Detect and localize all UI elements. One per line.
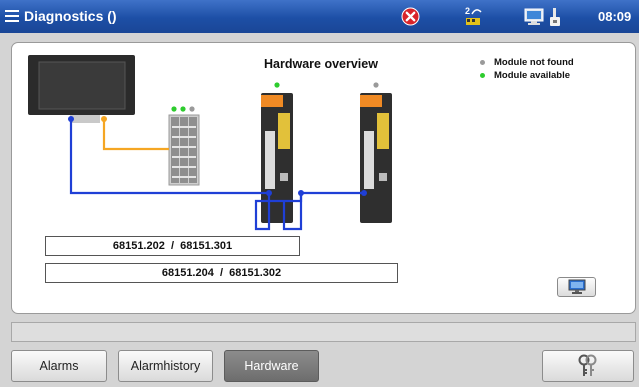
legend: Module not found Module available [480, 56, 574, 82]
tools-button[interactable] [542, 350, 634, 382]
module-code-second: 68151.301 [180, 240, 233, 252]
svg-text:2: 2 [465, 6, 470, 16]
title-bar: Diagnostics () 2 08:09 [0, 0, 639, 33]
green-dot-icon [480, 73, 485, 78]
bus-cable-drive1-drive2 [282, 191, 364, 231]
clock: 08:09 [598, 9, 632, 24]
tab-label: Hardware [244, 359, 299, 373]
legend-label: Module not found [494, 57, 574, 68]
grey-dot-icon [480, 60, 485, 65]
tab-hardware[interactable]: Hardware [224, 350, 319, 382]
window-title: Diagnostics () [24, 8, 117, 24]
keys-icon [578, 354, 597, 376]
power-cable [102, 121, 169, 151]
monitor-icon [568, 279, 585, 294]
error-icon[interactable] [401, 7, 420, 26]
pc-icon[interactable] [524, 6, 546, 28]
tab-alarms[interactable]: Alarms [11, 350, 107, 382]
io-status-dot-2 [180, 106, 186, 112]
io-status-dot-3 [189, 106, 195, 112]
hardware-panel: Hardware overview Module not found Modul… [11, 42, 636, 314]
monitor-button[interactable] [557, 277, 596, 297]
hmi-panel[interactable] [28, 55, 135, 123]
io-module[interactable] [168, 114, 200, 186]
drive-module-2[interactable] [360, 93, 392, 223]
module-code-first: 68151.204 [161, 267, 214, 279]
legend-label: Module available [494, 70, 571, 81]
status-strip [11, 322, 636, 342]
network-icon[interactable]: 2 [464, 5, 484, 27]
module-code-first: 68151.202 [112, 240, 165, 252]
io-status-dot-1 [171, 106, 177, 112]
hardware-overview-title: Hardware overview [264, 57, 378, 71]
module-code-box-2: 68151.204 / 68151.302 [45, 263, 398, 283]
module-code-second: 68151.302 [229, 267, 282, 279]
legend-item-available: Module available [480, 69, 574, 82]
module-code-box-1: 68151.202 / 68151.301 [45, 236, 300, 256]
tab-alarmhistory[interactable]: Alarmhistory [118, 350, 213, 382]
tab-label: Alarms [39, 359, 79, 373]
legend-item-not-found: Module not found [480, 56, 574, 69]
drive-2-status-dot [373, 82, 379, 88]
tab-label: Alarmhistory [130, 359, 201, 373]
drive-1-status-dot [274, 82, 280, 88]
lock-icon[interactable] [548, 6, 562, 28]
drive-module-1[interactable] [261, 93, 293, 223]
menu-icon[interactable] [5, 10, 19, 23]
